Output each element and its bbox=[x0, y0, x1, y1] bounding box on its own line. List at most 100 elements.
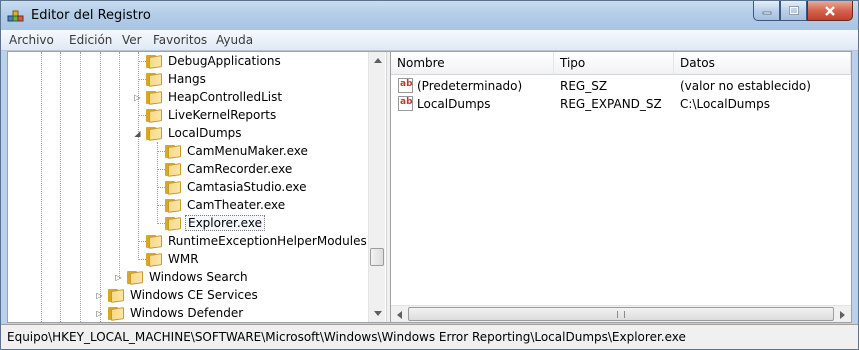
chevron-up-icon bbox=[373, 58, 382, 63]
expand-toggle[interactable]: ▷ bbox=[95, 309, 104, 318]
expand-toggle[interactable]: ▷ bbox=[95, 291, 104, 300]
scroll-down-arrow[interactable] bbox=[369, 305, 386, 322]
column-header-nombre[interactable]: Nombre bbox=[391, 52, 554, 75]
tree-item-label: LiveKernelReports bbox=[168, 108, 277, 122]
tree-item-camtasiastudio[interactable]: CamtasiaStudio.exe bbox=[165, 178, 309, 196]
tree-item-camrecorder[interactable]: CamRecorder.exe bbox=[165, 160, 294, 178]
folder-icon bbox=[146, 72, 162, 87]
value-data: (valor no establecido) bbox=[680, 79, 811, 93]
expand-toggle[interactable]: ▷ bbox=[114, 273, 123, 282]
tree-item-label: HeapControlledList bbox=[168, 90, 283, 104]
values-list[interactable]: Nombre Tipo Datos ab (Predeterminado) RE… bbox=[391, 52, 851, 322]
title-bar[interactable]: Editor del Registro bbox=[1, 1, 858, 30]
tree-item-label: CamMenuMaker.exe bbox=[187, 144, 308, 158]
tree-item-label: RuntimeExceptionHelperModules bbox=[168, 234, 367, 248]
folder-icon bbox=[165, 180, 181, 195]
close-icon bbox=[825, 5, 835, 16]
column-header-tipo[interactable]: Tipo bbox=[554, 52, 674, 75]
tree-item-windows-search[interactable]: Windows Search bbox=[127, 268, 250, 286]
caption-buttons bbox=[753, 1, 853, 21]
tree-guide-line bbox=[100, 52, 101, 322]
grip-icon bbox=[617, 311, 625, 318]
value-data: C:\LocalDumps bbox=[680, 97, 770, 111]
scroll-right-arrow[interactable] bbox=[834, 306, 851, 323]
folder-icon bbox=[146, 252, 162, 267]
open-folder-icon bbox=[146, 126, 162, 141]
tree-item-runtimeexceptionhelpermodules[interactable]: RuntimeExceptionHelperModules bbox=[146, 232, 369, 250]
tree-item-debugapplications[interactable]: DebugApplications bbox=[146, 52, 283, 70]
tree-item-camtheater[interactable]: CamTheater.exe bbox=[165, 196, 287, 214]
values-horizontal-scrollbar[interactable] bbox=[391, 305, 851, 322]
menu-edicion[interactable]: Edición bbox=[69, 33, 112, 47]
tree-guide-line bbox=[138, 52, 139, 260]
horizontal-scroll-thumb[interactable] bbox=[408, 307, 834, 321]
tree-item-livekernelreports[interactable]: LiveKernelReports bbox=[146, 106, 278, 124]
close-button[interactable] bbox=[807, 1, 853, 21]
tree-item-label: WMR bbox=[168, 252, 199, 266]
open-folder-icon bbox=[165, 216, 181, 231]
column-header-datos[interactable]: Datos bbox=[674, 52, 851, 75]
tree-item-label: Windows CE Services bbox=[130, 288, 258, 302]
scroll-thumb[interactable] bbox=[370, 248, 384, 266]
expand-toggle[interactable]: ▷ bbox=[133, 93, 142, 102]
value-type: REG_EXPAND_SZ bbox=[560, 97, 662, 111]
value-name: LocalDumps bbox=[417, 97, 491, 111]
tree-item-wmr[interactable]: WMR bbox=[146, 250, 201, 268]
menu-bar: Archivo Edición Ver Favoritos Ayuda bbox=[1, 30, 858, 51]
menu-ver[interactable]: Ver bbox=[122, 33, 142, 47]
tree-item-cammenumaker[interactable]: CamMenuMaker.exe bbox=[165, 142, 310, 160]
tree-guide-line bbox=[41, 52, 42, 322]
menu-archivo[interactable]: Archivo bbox=[9, 33, 54, 47]
registry-editor-window: Editor del Registro Archivo Edición Ver … bbox=[0, 0, 859, 350]
chevron-right-icon bbox=[840, 310, 845, 319]
menu-ayuda[interactable]: Ayuda bbox=[216, 33, 253, 47]
tree-guide-line bbox=[60, 52, 61, 322]
collapse-toggle[interactable]: ◢ bbox=[133, 129, 142, 138]
window-title: Editor del Registro bbox=[31, 8, 151, 23]
list-header: Nombre Tipo Datos bbox=[391, 52, 851, 75]
folder-icon bbox=[165, 198, 181, 213]
tree-item-label: Windows Defender bbox=[130, 306, 244, 320]
tree-item-localdumps[interactable]: LocalDumps bbox=[146, 124, 244, 142]
menu-favoritos[interactable]: Favoritos bbox=[153, 33, 207, 47]
tree-item-label: LocalDumps bbox=[168, 126, 242, 140]
value-name: (Predeterminado) bbox=[417, 79, 523, 93]
value-row[interactable]: ab (Predeterminado) REG_SZ (valor no est… bbox=[391, 77, 851, 95]
tree-item-label: DebugApplications bbox=[168, 54, 281, 68]
folder-icon bbox=[165, 144, 181, 159]
tree-item-windows-defender[interactable]: Windows Defender bbox=[108, 304, 245, 322]
status-bar: Equipo\HKEY_LOCAL_MACHINE\SOFTWARE\Micro… bbox=[1, 324, 858, 349]
value-type: REG_SZ bbox=[560, 79, 608, 93]
tree-item-label: CamtasiaStudio.exe bbox=[187, 180, 307, 194]
string-value-icon: ab bbox=[398, 96, 413, 111]
scroll-up-arrow[interactable] bbox=[369, 52, 386, 69]
folder-icon bbox=[146, 108, 162, 123]
key-tree[interactable]: ▷ ◢ ▷ ▷ ▷ DebugApplications Hangs HeapCo… bbox=[8, 52, 386, 322]
folder-icon bbox=[165, 162, 181, 177]
value-row[interactable]: ab LocalDumps REG_EXPAND_SZ C:\LocalDump… bbox=[391, 95, 851, 113]
string-value-icon: ab bbox=[398, 78, 413, 93]
client-area: ▷ ◢ ▷ ▷ ▷ DebugApplications Hangs HeapCo… bbox=[7, 51, 852, 323]
folder-icon bbox=[146, 54, 162, 69]
minimize-button[interactable] bbox=[753, 1, 780, 21]
current-key-path: Equipo\HKEY_LOCAL_MACHINE\SOFTWARE\Micro… bbox=[7, 330, 686, 344]
tree-item-heapcontrolledlist[interactable]: HeapControlledList bbox=[146, 88, 284, 106]
maximize-icon bbox=[788, 6, 799, 15]
tree-item-label: CamTheater.exe bbox=[187, 198, 286, 212]
folder-icon bbox=[127, 270, 143, 285]
chevron-left-icon bbox=[397, 310, 402, 319]
tree-item-explorer[interactable]: Explorer.exe bbox=[165, 214, 265, 232]
chevron-down-icon bbox=[373, 311, 382, 316]
tree-item-windows-ce-services[interactable]: Windows CE Services bbox=[108, 286, 260, 304]
tree-item-hangs[interactable]: Hangs bbox=[146, 70, 208, 88]
maximize-button[interactable] bbox=[780, 1, 807, 21]
tree-guide-line bbox=[80, 52, 81, 322]
tree-item-label: Hangs bbox=[168, 72, 206, 86]
registry-editor-icon bbox=[7, 10, 24, 22]
tree-vertical-scrollbar[interactable] bbox=[368, 52, 385, 322]
scroll-left-arrow[interactable] bbox=[391, 306, 408, 323]
folder-icon bbox=[146, 90, 162, 105]
tree-guide-line bbox=[119, 52, 120, 278]
tree-item-label: Windows Search bbox=[149, 270, 248, 284]
tree-item-label: CamRecorder.exe bbox=[187, 162, 293, 176]
